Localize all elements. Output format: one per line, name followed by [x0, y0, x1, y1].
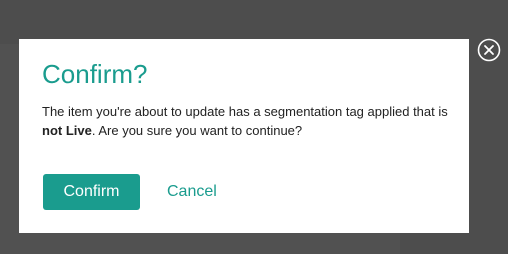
close-circle-icon [477, 38, 501, 62]
confirm-dialog: Confirm? The item you're about to update… [19, 39, 469, 233]
dialog-title: Confirm? [42, 59, 148, 89]
message-text-before: The item you're about to update has a se… [42, 104, 448, 119]
dialog-message: The item you're about to update has a se… [42, 102, 452, 140]
confirm-button[interactable]: Confirm [43, 174, 140, 210]
message-text-after: . Are you sure you want to continue? [91, 123, 303, 138]
cancel-link[interactable]: Cancel [167, 174, 217, 210]
message-emphasis: not Live [42, 123, 92, 138]
close-dialog-button[interactable] [477, 38, 501, 62]
